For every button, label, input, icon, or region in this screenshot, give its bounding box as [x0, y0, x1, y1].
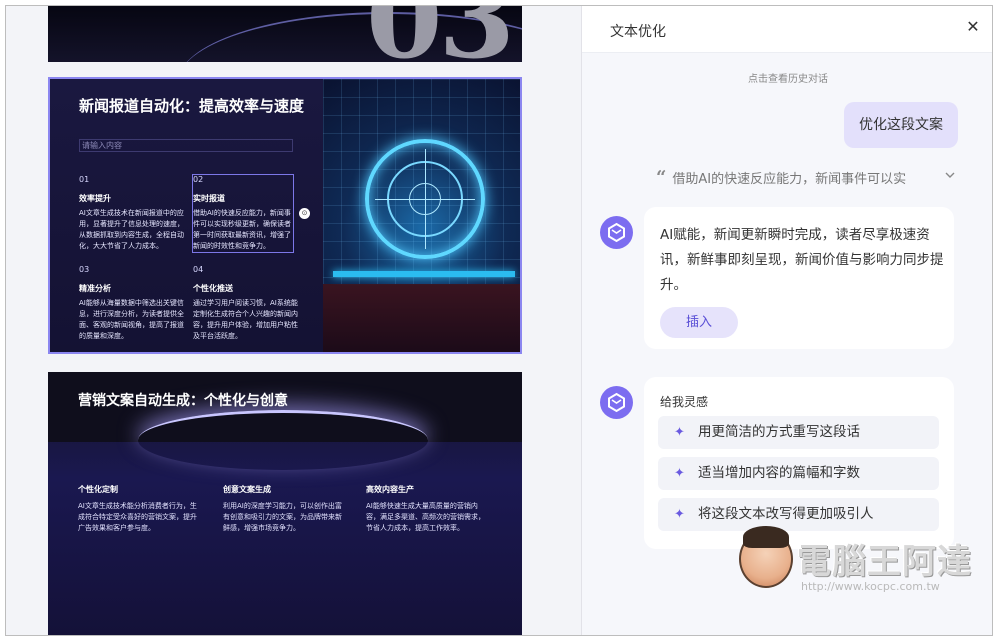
feature-desc: 通过学习用户阅读习惯，AI系统能定制化生成符合个人兴趣的新闻内容，提升用户体验，… — [193, 299, 298, 340]
watermark-name: 電腦王阿達 — [797, 542, 972, 582]
column-title: 高效内容生产 — [366, 485, 414, 494]
ai-answer-text: AI赋能，新闻更新瞬时完成，读者尽享极速资讯，新鲜事即刻呈现，新闻价值与影响力同… — [660, 227, 944, 293]
slide-title[interactable]: 营销文案自动生成：个性化与创意 — [78, 390, 288, 410]
slide-subtitle-input[interactable]: 请输入内容 — [79, 139, 293, 152]
feature-number: 02 — [193, 175, 204, 184]
watermark: 電腦王阿達 http://www.kocpc.com.tw — [735, 522, 975, 602]
column-desc: AI文章生成技术能分析消费者行为，生成符合特定受众喜好的营销文案，提升广告效果和… — [78, 502, 197, 532]
sparkle-icon: ✦ — [674, 466, 685, 481]
feature-number: 01 — [79, 175, 90, 184]
marketing-column[interactable]: 个性化定制 AI文章生成技术能分析消费者行为，生成符合特定受众喜好的营销文案，提… — [78, 484, 198, 534]
sparkle-icon: ✦ — [674, 425, 685, 440]
ai-avatar-icon — [600, 386, 633, 419]
feature-desc: AI能够从海量数据中筛选出关键信息，进行深度分析，为读者提供全面、客观的新闻视角… — [79, 299, 184, 340]
mascot-hair — [743, 526, 789, 548]
quote-icon: “ — [656, 167, 667, 188]
column-desc: 利用AI的深度学习能力，可以创作出富有创意和吸引力的文案，为品牌带来新鲜感，增强… — [223, 502, 342, 532]
selection-handle-icon[interactable]: ⊙ — [299, 208, 310, 219]
feature-block[interactable]: 03 精准分析 AI能够从海量数据中筛选出关键信息，进行深度分析，为读者提供全面… — [79, 265, 189, 342]
hud-clock-graphic — [365, 139, 485, 259]
quoted-text-row[interactable]: “ 借助AI的快速反应能力，新闻事件可以实 — [656, 167, 956, 189]
planet-glow-decoration — [138, 410, 428, 470]
feature-number: 03 — [79, 265, 90, 274]
column-desc: AI能够快速生成大量高质量的营销内容，满足多渠道、高频次的营销需求，节省人力成本… — [366, 502, 485, 532]
panel-title: 文本优化 — [610, 24, 666, 40]
feature-block[interactable]: 01 效率提升 AI文章生成技术在新闻报道中的应用，显著提升了信息处理的速度，从… — [79, 175, 189, 252]
slide-marketing[interactable]: 营销文案自动生成：个性化与创意 个性化定制 AI文章生成技术能分析消费者行为，生… — [48, 372, 522, 635]
suggestion-item[interactable]: ✦ 用更简洁的方式重写这段话 — [658, 416, 939, 449]
history-link[interactable]: 点击查看历史对话 — [582, 70, 992, 85]
slide-illustration[interactable] — [323, 79, 520, 352]
inspiration-title: 给我灵感 — [660, 395, 709, 409]
feature-title: 个性化推送 — [193, 284, 233, 293]
marketing-column[interactable]: 创意文案生成 利用AI的深度学习能力，可以创作出富有创意和吸引力的文案，为品牌带… — [223, 484, 343, 534]
slide-number: 03 — [366, 6, 515, 62]
quoted-text: 借助AI的快速反应能力，新闻事件可以实 — [672, 172, 907, 187]
hud-floor — [323, 284, 520, 352]
feature-title: 效率提升 — [79, 194, 111, 203]
ai-avatar-icon — [600, 216, 633, 249]
sparkle-icon: ✦ — [674, 507, 685, 522]
feature-number: 04 — [193, 265, 204, 274]
slide-text-area: 新闻报道自动化：提高效率与速度 请输入内容 01 效率提升 AI文章生成技术在新… — [50, 79, 323, 352]
feature-desc: 借助AI的快速反应能力，新闻事件可以实现秒级更新，确保读者第一时间获取最新资讯，… — [193, 209, 291, 250]
hud-desk-glow — [333, 271, 515, 277]
user-message-bubble: 优化这段文案 — [844, 102, 958, 148]
slides-canvas[interactable]: 03 新闻报道自动化：提高效率与速度 请输入内容 01 效率提升 AI文章生成技… — [6, 6, 581, 635]
suggestion-label: 用更简洁的方式重写这段话 — [698, 424, 860, 440]
feature-title: 实时报道 — [193, 194, 225, 203]
suggestion-label: 将这段文本改写得更加吸引人 — [698, 506, 874, 522]
watermark-url: http://www.kocpc.com.tw — [801, 580, 940, 593]
slide-news-automation[interactable]: 新闻报道自动化：提高效率与速度 请输入内容 01 效率提升 AI文章生成技术在新… — [48, 77, 522, 354]
marketing-column[interactable]: 高效内容生产 AI能够快速生成大量高质量的营销内容，满足多渠道、高频次的营销需求… — [366, 484, 486, 534]
chevron-down-icon[interactable] — [944, 169, 956, 184]
feature-title: 精准分析 — [79, 284, 111, 293]
ai-answer-card: AI赋能，新闻更新瞬时完成，读者尽享极速资讯，新鲜事即刻呈现，新闻价值与影响力同… — [644, 207, 954, 349]
feature-block-selected[interactable]: 02 实时报道 借助AI的快速反应能力，新闻事件可以实现秒级更新，确保读者第一时… — [192, 174, 294, 253]
feature-block[interactable]: 04 个性化推送 通过学习用户阅读习惯，AI系统能定制化生成符合个人兴趣的新闻内… — [193, 265, 303, 342]
column-title: 创意文案生成 — [223, 485, 271, 494]
close-icon[interactable]: ✕ — [964, 18, 982, 36]
slide-title[interactable]: 新闻报道自动化：提高效率与速度 — [79, 94, 309, 118]
suggestion-label: 适当增加内容的篇幅和字数 — [698, 465, 860, 481]
column-title: 个性化定制 — [78, 485, 118, 494]
feature-desc: AI文章生成技术在新闻报道中的应用，显著提升了信息处理的速度，从数据抓取到内容生… — [79, 209, 184, 250]
panel-header: 文本优化 ✕ — [582, 6, 992, 53]
suggestion-item[interactable]: ✦ 适当增加内容的篇幅和字数 — [658, 457, 939, 490]
insert-button[interactable]: 插入 — [660, 307, 738, 338]
slide-03[interactable]: 03 — [48, 6, 522, 62]
